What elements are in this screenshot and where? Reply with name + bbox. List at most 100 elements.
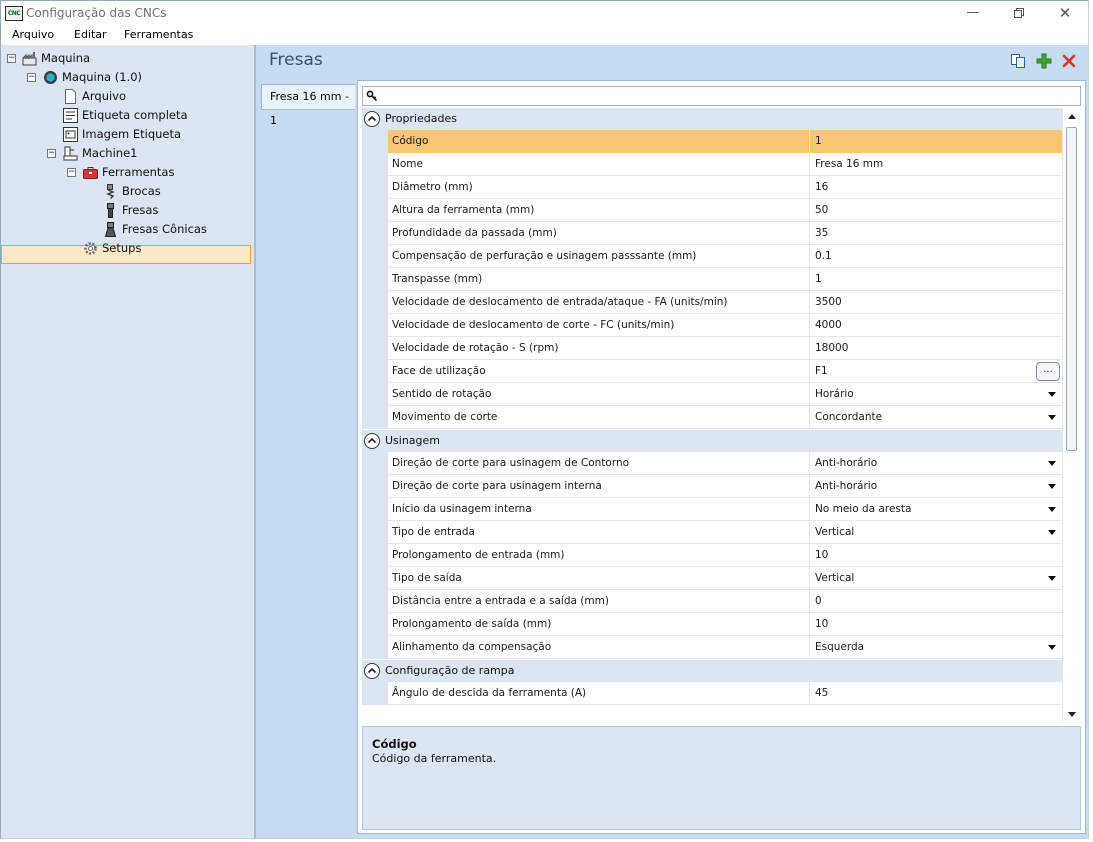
property-dropdown[interactable]: Concordante bbox=[810, 406, 1062, 429]
property-row[interactable]: Velocidade de deslocamento de entrada/at… bbox=[362, 291, 1062, 314]
category-propriedades[interactable]: Propriedades bbox=[362, 108, 1062, 130]
property-row[interactable]: Transpasse (mm) 1 bbox=[362, 268, 1062, 291]
property-row[interactable]: Alinhamento da compensação Esquerda bbox=[362, 636, 1062, 659]
property-name: Sentido de rotação bbox=[388, 383, 810, 406]
category-label: Propriedades bbox=[385, 112, 457, 125]
menu-editar[interactable]: Editar bbox=[74, 28, 107, 41]
collapse-circle-icon[interactable] bbox=[364, 433, 380, 449]
collapse-icon[interactable]: − bbox=[7, 54, 16, 63]
tree-label: Fresas Cônicas bbox=[122, 222, 207, 236]
property-dropdown[interactable]: Horário bbox=[810, 383, 1062, 406]
collapse-icon[interactable]: − bbox=[67, 168, 76, 177]
row-gutter bbox=[362, 337, 388, 360]
minimize-button[interactable]: — bbox=[950, 1, 996, 26]
collapse-circle-icon[interactable] bbox=[364, 663, 380, 679]
property-name: Diâmetro (mm) bbox=[388, 176, 810, 199]
collapse-icon[interactable]: − bbox=[27, 73, 36, 82]
add-button[interactable] bbox=[1036, 53, 1052, 69]
scroll-thumb[interactable] bbox=[1066, 127, 1077, 451]
property-dropdown[interactable]: Anti-horário bbox=[810, 452, 1062, 475]
row-gutter bbox=[362, 268, 388, 291]
property-name: Movimento de corte bbox=[388, 406, 810, 429]
property-value[interactable]: 35 bbox=[810, 222, 1062, 245]
menu-ferramentas[interactable]: Ferramentas bbox=[124, 28, 193, 41]
property-dropdown[interactable]: No meio da aresta bbox=[810, 498, 1062, 521]
property-row[interactable]: Prolongamento de saída (mm) 10 bbox=[362, 613, 1062, 636]
property-value[interactable]: 0 bbox=[810, 590, 1062, 613]
row-gutter bbox=[362, 153, 388, 176]
property-value[interactable]: 10 bbox=[810, 613, 1062, 636]
delete-button[interactable] bbox=[1061, 53, 1077, 69]
dropdown-arrow-icon[interactable] bbox=[1048, 415, 1056, 420]
property-row[interactable]: Código 1 bbox=[362, 130, 1062, 153]
property-value[interactable]: 16 bbox=[810, 176, 1062, 199]
property-value[interactable]: Fresa 16 mm bbox=[810, 153, 1062, 176]
tree-label: Fresas bbox=[122, 203, 159, 217]
property-row[interactable]: Nome Fresa 16 mm bbox=[362, 153, 1062, 176]
property-value[interactable]: 1 bbox=[810, 268, 1062, 291]
property-dropdown[interactable]: Anti-horário bbox=[810, 475, 1062, 498]
dropdown-arrow-icon[interactable] bbox=[1048, 576, 1056, 581]
dropdown-arrow-icon[interactable] bbox=[1048, 507, 1056, 512]
dropdown-value: No meio da aresta bbox=[815, 503, 912, 515]
toolbox-icon bbox=[83, 167, 98, 179]
property-name: Face de utilização bbox=[388, 360, 810, 383]
row-gutter bbox=[362, 245, 388, 268]
dropdown-arrow-icon[interactable] bbox=[1048, 530, 1056, 535]
category-rampa[interactable]: Configuração de rampa bbox=[362, 660, 1062, 682]
property-value[interactable]: 10 bbox=[810, 544, 1062, 567]
property-value[interactable]: 3500 bbox=[810, 291, 1062, 314]
property-value[interactable]: 4000 bbox=[810, 314, 1062, 337]
property-row[interactable]: Direção de corte para usinagem interna A… bbox=[362, 475, 1062, 498]
menu-arquivo[interactable]: Arquivo bbox=[12, 28, 54, 41]
property-row[interactable]: Tipo de saída Vertical bbox=[362, 567, 1062, 590]
property-row[interactable]: Diâmetro (mm) 16 bbox=[362, 176, 1062, 199]
property-row[interactable]: Direção de corte para usinagem de Contor… bbox=[362, 452, 1062, 475]
property-row[interactable]: Prolongamento de entrada (mm) 10 bbox=[362, 544, 1062, 567]
dropdown-arrow-icon[interactable] bbox=[1048, 645, 1056, 650]
property-name: Velocidade de deslocamento de corte - FC… bbox=[388, 314, 810, 337]
property-dropdown[interactable]: Esquerda bbox=[810, 636, 1062, 659]
property-value-text: F1 bbox=[815, 365, 828, 377]
property-row[interactable]: Ângulo de descida da ferramenta (A) 45 bbox=[362, 682, 1062, 705]
collapse-circle-icon[interactable] bbox=[364, 111, 380, 127]
property-value[interactable]: 1 bbox=[810, 130, 1062, 153]
close-window-button[interactable]: ✕ bbox=[1042, 1, 1088, 26]
property-value[interactable]: F1 ... bbox=[810, 360, 1062, 383]
property-name: Prolongamento de saída (mm) bbox=[388, 613, 810, 636]
maximize-button[interactable] bbox=[996, 1, 1042, 26]
tool-editor: Fresas Fresa 16 mm - 1 Propriedades Códi… bbox=[256, 45, 1088, 838]
property-row[interactable]: Profundidade da passada (mm) 35 bbox=[362, 222, 1062, 245]
property-value[interactable]: 18000 bbox=[810, 337, 1062, 360]
vertical-scrollbar[interactable] bbox=[1062, 108, 1081, 723]
property-row[interactable]: Velocidade de rotação - S (rpm) 18000 bbox=[362, 337, 1062, 360]
property-row[interactable]: Início da usinagem interna No meio da ar… bbox=[362, 498, 1062, 521]
ellipsis-button[interactable]: ... bbox=[1036, 362, 1060, 381]
property-row[interactable]: Compensação de perfuração e usinagem pas… bbox=[362, 245, 1062, 268]
dropdown-arrow-icon[interactable] bbox=[1048, 461, 1056, 466]
property-value[interactable]: 45 bbox=[810, 682, 1062, 705]
property-row[interactable]: Sentido de rotação Horário bbox=[362, 383, 1062, 406]
property-row[interactable]: Face de utilização F1 ... bbox=[362, 360, 1062, 383]
copy-button[interactable] bbox=[1010, 53, 1026, 69]
collapse-icon[interactable]: − bbox=[47, 149, 56, 158]
property-dropdown[interactable]: Vertical bbox=[810, 567, 1062, 590]
property-value[interactable]: 50 bbox=[810, 199, 1062, 222]
property-row[interactable]: Distância entre a entrada e a saída (mm)… bbox=[362, 590, 1062, 613]
description-title: Código bbox=[372, 737, 417, 751]
category-usinagem[interactable]: Usinagem bbox=[362, 430, 1062, 452]
dropdown-arrow-icon[interactable] bbox=[1048, 484, 1056, 489]
property-row[interactable]: Tipo de entrada Vertical bbox=[362, 521, 1062, 544]
property-row[interactable]: Velocidade de deslocamento de corte - FC… bbox=[362, 314, 1062, 337]
description-panel: Código Código da ferramenta. bbox=[362, 726, 1081, 830]
property-row[interactable]: Altura da ferramenta (mm) 50 bbox=[362, 199, 1062, 222]
scroll-up-icon[interactable] bbox=[1068, 114, 1076, 119]
search-input[interactable] bbox=[381, 88, 1071, 104]
tool-list-item[interactable]: Fresa 16 mm - 1 bbox=[261, 84, 355, 127]
scroll-down-icon[interactable] bbox=[1068, 712, 1076, 717]
property-value[interactable]: 0.1 bbox=[810, 245, 1062, 268]
property-row[interactable]: Movimento de corte Concordante bbox=[362, 406, 1062, 429]
dropdown-arrow-icon[interactable] bbox=[1048, 392, 1056, 397]
property-grid: Propriedades Código 1 Nome Fresa 16 mm D… bbox=[362, 108, 1062, 723]
property-dropdown[interactable]: Vertical bbox=[810, 521, 1062, 544]
